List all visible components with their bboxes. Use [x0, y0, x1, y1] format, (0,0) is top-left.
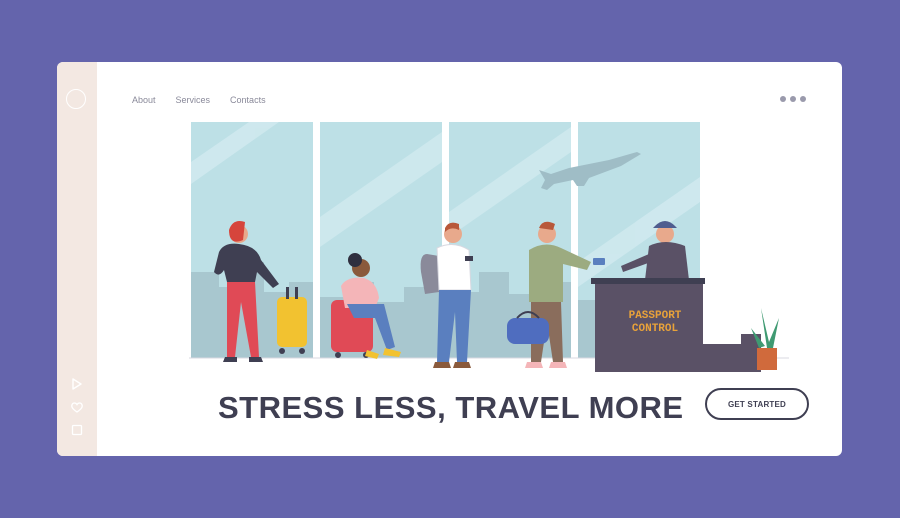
- hero-headline: STRESS LESS, TRAVEL MORE: [218, 390, 684, 425]
- desk-sign-line1: PASSPORT: [628, 310, 682, 322]
- get-started-button[interactable]: GET STARTED: [705, 388, 809, 420]
- landing-card: About Services Contacts PASSPORT CONTROL…: [57, 62, 842, 456]
- sidebar-icons: [70, 377, 84, 437]
- more-dots-icon[interactable]: [780, 96, 806, 102]
- circle-logo-icon[interactable]: [66, 89, 86, 109]
- desk-sign: PASSPORT CONTROL: [605, 310, 705, 336]
- nav-contacts[interactable]: Contacts: [230, 95, 266, 105]
- airport-illustration: [189, 122, 789, 372]
- top-nav: About Services Contacts: [132, 95, 286, 105]
- heart-icon[interactable]: [70, 400, 84, 414]
- play-icon[interactable]: [70, 377, 84, 391]
- square-icon[interactable]: [70, 423, 84, 437]
- desk-sign-line2: CONTROL: [631, 323, 679, 335]
- nav-services[interactable]: Services: [176, 95, 211, 105]
- nav-about[interactable]: About: [132, 95, 156, 105]
- sidebar: [57, 62, 97, 456]
